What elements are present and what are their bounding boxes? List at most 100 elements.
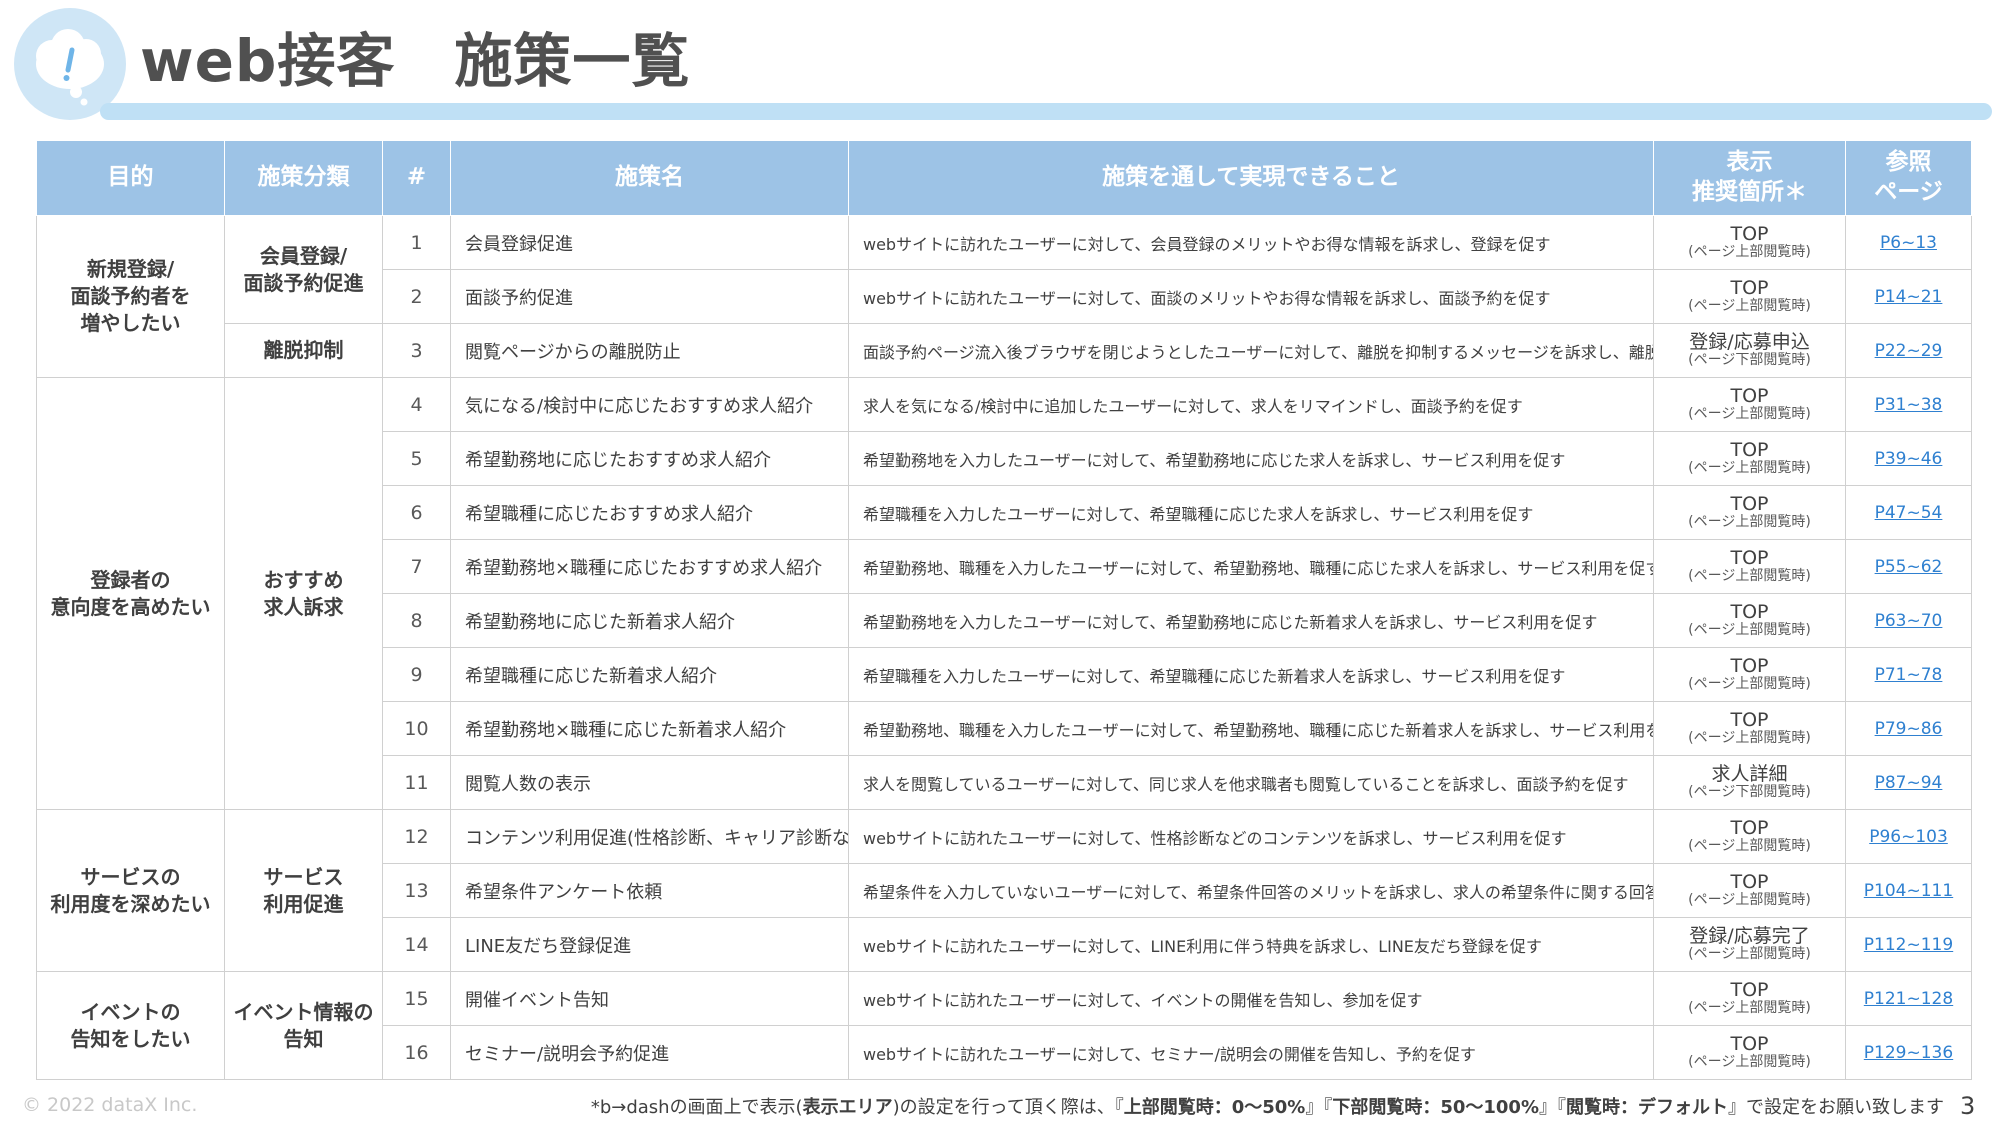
reference-page-link[interactable]: P96~103 bbox=[1869, 827, 1948, 847]
reference-page-link[interactable]: P55~62 bbox=[1875, 557, 1943, 577]
display-location-main: TOP bbox=[1730, 439, 1769, 462]
measure-description: webサイトに訪れたユーザーに対して、セミナー/説明会の開催を告知し、予約を促す bbox=[848, 1025, 1654, 1080]
display-location: TOP (ページ上部閲覧時) bbox=[1653, 701, 1846, 756]
display-location-main: TOP bbox=[1730, 979, 1769, 1002]
measure-name: 閲覧ページからの離脱防止 bbox=[450, 323, 849, 378]
display-location-sub: (ページ上部閲覧時) bbox=[1688, 622, 1811, 639]
reference-page-cell: P55~62 bbox=[1845, 539, 1972, 594]
display-location-main: TOP bbox=[1730, 277, 1769, 300]
display-location-main: TOP bbox=[1730, 601, 1769, 624]
category-cell: おすすめ 求人訴求 bbox=[224, 377, 383, 810]
display-location: TOP (ページ上部閲覧時) bbox=[1653, 269, 1846, 324]
display-location-main: TOP bbox=[1730, 871, 1769, 894]
reference-page-link[interactable]: P87~94 bbox=[1875, 773, 1943, 793]
reference-page-link[interactable]: P47~54 bbox=[1875, 503, 1943, 523]
row-number: 11 bbox=[382, 755, 451, 810]
measure-name: 希望職種に応じたおすすめ求人紹介 bbox=[450, 485, 849, 540]
measure-name: コンテンツ利用促進(性格診断、キャリア診断など) bbox=[450, 809, 849, 864]
measure-name: 気になる/検討中に応じたおすすめ求人紹介 bbox=[450, 377, 849, 432]
reference-page-cell: P96~103 bbox=[1845, 809, 1972, 864]
reference-page-cell: P104~111 bbox=[1845, 863, 1972, 918]
reference-page-link[interactable]: P14~21 bbox=[1875, 287, 1943, 307]
measure-name: 閲覧人数の表示 bbox=[450, 755, 849, 810]
reference-page-cell: P63~70 bbox=[1845, 593, 1972, 648]
measure-name: 希望勤務地×職種に応じたおすすめ求人紹介 bbox=[450, 539, 849, 594]
measure-description: 求人を閲覧しているユーザーに対して、同じ求人を他求職者も閲覧していることを訴求し… bbox=[848, 755, 1654, 810]
category-cell: 会員登録/ 面談予約促進 bbox=[224, 215, 383, 324]
reference-page-link[interactable]: P39~46 bbox=[1875, 449, 1943, 469]
table-header-row: 目的 施策分類 # 施策名 施策を通して実現できること 表示 推奨箇所＊ 参照 ページ bbox=[36, 140, 1972, 216]
display-location-sub: (ページ上部閲覧時) bbox=[1688, 946, 1811, 963]
reference-page-link[interactable]: P79~86 bbox=[1875, 719, 1943, 739]
display-location-sub: (ページ上部閲覧時) bbox=[1688, 298, 1811, 315]
row-number: 1 bbox=[382, 215, 451, 270]
table-row: 登録者の 意向度を高めたい おすすめ 求人訴求 4 気になる/検討中に応じたおすすめ求… bbox=[36, 377, 1972, 810]
reference-page-link[interactable]: P22~29 bbox=[1875, 341, 1943, 361]
row-number: 3 bbox=[382, 323, 451, 378]
measure-description: webサイトに訪れたユーザーに対して、LINE利用に伴う特典を訴求し、LINE友… bbox=[848, 917, 1654, 972]
reference-page-link[interactable]: P31~38 bbox=[1875, 395, 1943, 415]
reference-page-cell: P22~29 bbox=[1845, 323, 1972, 378]
measure-description: webサイトに訪れたユーザーに対して、会員登録のメリットやお得な情報を訴求し、登… bbox=[848, 215, 1654, 270]
display-location-main: 登録/応募申込 bbox=[1689, 331, 1810, 354]
reference-page-cell: P79~86 bbox=[1845, 701, 1972, 756]
reference-page-cell: P39~46 bbox=[1845, 431, 1972, 486]
purpose-cell: イベントの 告知をしたい bbox=[36, 971, 225, 1080]
measure-name: LINE友だち登録促進 bbox=[450, 917, 849, 972]
measure-name: 希望勤務地に応じた新着求人紹介 bbox=[450, 593, 849, 648]
display-location: TOP (ページ上部閲覧時) bbox=[1653, 809, 1846, 864]
row-number: 8 bbox=[382, 593, 451, 648]
measure-name: 希望条件アンケート依頼 bbox=[450, 863, 849, 918]
table-row: 新規登録/ 面談予約者を 増やしたい 会員登録/ 面談予約促進 1 会員登録促進 web… bbox=[36, 215, 1972, 378]
display-location-sub: (ページ上部閲覧時) bbox=[1688, 730, 1811, 747]
measure-description: 希望勤務地、職種を入力したユーザーに対して、希望勤務地、職種に応じた新着求人を訴… bbox=[848, 701, 1654, 756]
measure-description: 希望勤務地、職種を入力したユーザーに対して、希望勤務地、職種に応じた求人を訴求し… bbox=[848, 539, 1654, 594]
display-location: 登録/応募申込 (ページ下部閲覧時) bbox=[1653, 323, 1846, 378]
display-location-sub: (ページ下部閲覧時) bbox=[1688, 352, 1811, 369]
row-number: 6 bbox=[382, 485, 451, 540]
display-location: TOP (ページ上部閲覧時) bbox=[1653, 485, 1846, 540]
display-location-sub: (ページ上部閲覧時) bbox=[1688, 892, 1811, 909]
reference-page-link[interactable]: P6~13 bbox=[1880, 233, 1937, 253]
header-purpose: 目的 bbox=[36, 140, 225, 216]
measure-name: 希望勤務地に応じたおすすめ求人紹介 bbox=[450, 431, 849, 486]
reference-page-link[interactable]: P71~78 bbox=[1875, 665, 1943, 685]
reference-page-link[interactable]: P104~111 bbox=[1864, 881, 1953, 901]
display-location-main: TOP bbox=[1730, 655, 1769, 678]
display-location: TOP (ページ上部閲覧時) bbox=[1653, 971, 1846, 1026]
footnote-text: 』『 bbox=[1305, 1097, 1333, 1118]
row-number: 4 bbox=[382, 377, 451, 432]
reference-page-link[interactable]: P112~119 bbox=[1864, 935, 1953, 955]
page-number: 3 bbox=[1960, 1092, 1976, 1120]
measure-description: webサイトに訪れたユーザーに対して、イベントの開催を告知し、参加を促す bbox=[848, 971, 1654, 1026]
title-underline-bar bbox=[100, 103, 1992, 120]
reference-page-cell: P31~38 bbox=[1845, 377, 1972, 432]
display-location-sub: (ページ上部閲覧時) bbox=[1688, 406, 1811, 423]
display-location-main: TOP bbox=[1730, 547, 1769, 570]
display-location-sub: (ページ上部閲覧時) bbox=[1688, 1000, 1811, 1017]
header-measure-name: 施策名 bbox=[450, 140, 849, 216]
table-row: 離脱抑制 3 閲覧ページからの離脱防止 面談予約ページ流入後ブラウザを閉じようとしたユ… bbox=[37, 323, 1972, 378]
reference-page-link[interactable]: P63~70 bbox=[1875, 611, 1943, 631]
display-location-main: TOP bbox=[1730, 709, 1769, 732]
display-location-sub: (ページ上部閲覧時) bbox=[1688, 244, 1811, 261]
reference-page-link[interactable]: P121~128 bbox=[1864, 989, 1953, 1009]
row-number: 16 bbox=[382, 1025, 451, 1080]
display-location-main: TOP bbox=[1730, 493, 1769, 516]
display-location-sub: (ページ上部閲覧時) bbox=[1688, 1054, 1811, 1071]
measure-name: 開催イベント告知 bbox=[450, 971, 849, 1026]
purpose-cell: 新規登録/ 面談予約者を 増やしたい bbox=[36, 215, 225, 378]
reference-page-link[interactable]: P129~136 bbox=[1864, 1043, 1953, 1063]
display-location: TOP (ページ上部閲覧時) bbox=[1653, 215, 1846, 270]
header-number: # bbox=[382, 140, 451, 216]
measure-name: 希望勤務地×職種に応じた新着求人紹介 bbox=[450, 701, 849, 756]
row-number: 2 bbox=[382, 269, 451, 324]
purpose-cell: 登録者の 意向度を高めたい bbox=[36, 377, 225, 810]
table-row: イベントの 告知をしたい イベント情報の 告知 15 開催イベント告知 webサイトに訪… bbox=[36, 971, 1972, 1080]
footnote-emphasis: 上部閲覧時：0〜50% bbox=[1123, 1097, 1306, 1118]
footnote-text: *b→dashの画面上で表示( bbox=[590, 1097, 803, 1118]
measure-description: webサイトに訪れたユーザーに対して、性格診断などのコンテンツを訴求し、サービス… bbox=[848, 809, 1654, 864]
footnote-emphasis: 表示エリア bbox=[802, 1097, 893, 1118]
measures-table: 目的 施策分類 # 施策名 施策を通して実現できること 表示 推奨箇所＊ 参照 ページ 新規… bbox=[36, 140, 1972, 1080]
measure-name: 希望職種に応じた新着求人紹介 bbox=[450, 647, 849, 702]
